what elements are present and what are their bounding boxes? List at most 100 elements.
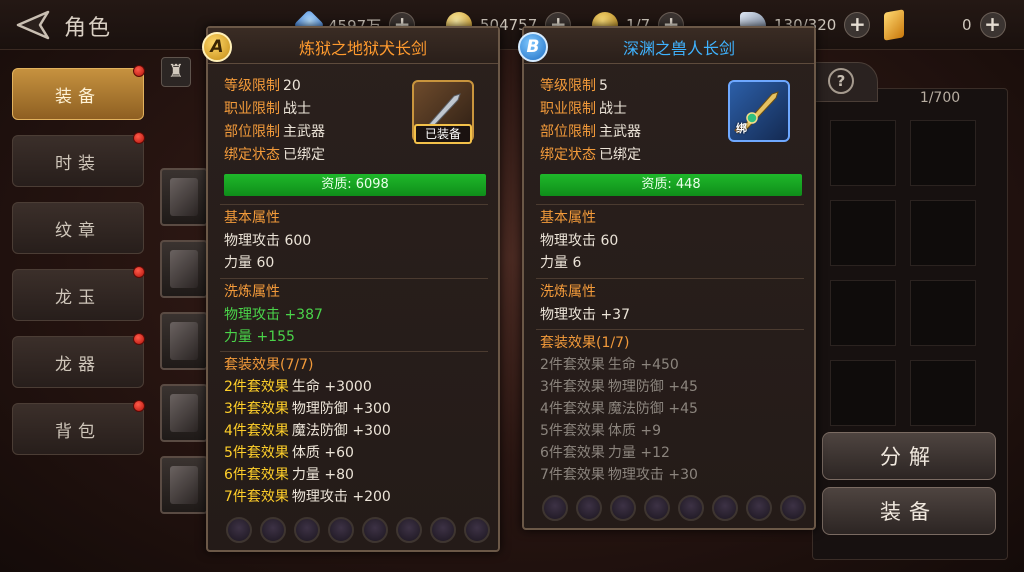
bag-slot[interactable] <box>830 280 896 346</box>
add-stamina-button[interactable]: + <box>844 12 871 38</box>
set-effect: 6件套效果 力量 +12 <box>540 445 670 461</box>
tab-label: 龙玉 <box>55 287 101 308</box>
resource-crystal: 0 + <box>884 9 1006 41</box>
set-effect: 2件套效果 生命 +3000 <box>224 379 372 395</box>
level-requirement: 等级限制 20 <box>224 78 301 94</box>
help-icon[interactable]: ? <box>828 68 854 94</box>
grade-bar: 资质: 448 <box>540 174 802 196</box>
set-effect: 3件套效果 物理防御 +300 <box>224 401 391 417</box>
level-requirement: 等级限制 5 <box>540 78 608 94</box>
empty-gem-slot-icon <box>678 495 704 521</box>
notification-dot-icon <box>133 400 145 412</box>
empty-gem-slot-icon <box>226 517 252 543</box>
tooltip-header: B 深渊之兽人长剑 <box>518 28 814 64</box>
grade-bar: 资质: 6098 <box>224 174 486 196</box>
base-attributes-title: 基本属性 <box>540 210 596 226</box>
item-tooltip-compare: B 深渊之兽人长剑 等级限制 5 职业限制 战士 部位限制 主武器 绑定状态 已绑定 绑… <box>518 26 816 530</box>
divider <box>536 329 804 330</box>
slot-requirement: 部位限制 主武器 <box>224 124 325 140</box>
tab-label: 纹章 <box>55 220 101 241</box>
base-attribute: 物理攻击 600 <box>224 233 312 249</box>
divider <box>536 204 804 205</box>
empty-gem-slot-icon <box>260 517 286 543</box>
divider <box>220 278 488 279</box>
top-bar: 角色 4597万 + 504757 + 1/7 + 130/320 + 0 + <box>0 0 1024 50</box>
gem-slots <box>542 495 806 521</box>
bag-slot[interactable] <box>830 120 896 186</box>
item-name: 深渊之兽人长剑 <box>622 39 735 58</box>
equipment-slot-armor[interactable] <box>160 240 208 298</box>
empty-gem-slot-icon <box>610 495 636 521</box>
set-effect: 4件套效果 魔法防御 +300 <box>224 423 391 439</box>
item-name: 炼狱之地狱犬长剑 <box>298 39 427 58</box>
guild-shield-icon[interactable]: ♜ <box>161 57 191 87</box>
tab-dragon-artifact[interactable]: 龙器 <box>12 333 145 388</box>
set-effect: 7件套效果 物理攻击 +30 <box>540 467 698 483</box>
equipment-slot-helmet[interactable] <box>160 168 208 226</box>
bag-capacity: 1/700 <box>919 90 961 106</box>
notification-dot-icon <box>133 132 145 144</box>
notification-dot-icon <box>133 65 145 77</box>
empty-gem-slot-icon <box>464 517 490 543</box>
bag-slot[interactable] <box>910 280 976 346</box>
equipment-slot-boots[interactable] <box>160 456 208 514</box>
job-requirement: 职业限制 战士 <box>224 101 311 117</box>
add-crystal-button[interactable]: + <box>979 12 1006 38</box>
base-attribute: 物理攻击 60 <box>540 233 619 249</box>
empty-gem-slot-icon <box>362 517 388 543</box>
empty-gem-slot-icon <box>396 517 422 543</box>
bag-slot[interactable] <box>910 360 976 426</box>
set-effects-title: 套装效果(7/7) <box>224 357 314 373</box>
bag-slot[interactable] <box>830 200 896 266</box>
empty-gem-slot-icon <box>328 517 354 543</box>
set-effects-title: 套装效果(1/7) <box>540 335 630 351</box>
equip-button[interactable]: 装备 <box>822 487 996 535</box>
refine-attributes-title: 洗炼属性 <box>224 284 280 300</box>
item-tooltip-equipped: A 炼狱之地狱犬长剑 等级限制 20 职业限制 战士 部位限制 主武器 绑定状态 已绑定… <box>202 26 500 552</box>
decompose-button[interactable]: 分解 <box>822 432 996 480</box>
divider <box>220 204 488 205</box>
equipment-slot-pants[interactable] <box>160 384 208 442</box>
sword-icon: 绑 <box>728 80 790 142</box>
back-arrow-icon[interactable] <box>10 8 52 42</box>
tab-label: 背包 <box>55 421 101 442</box>
divider <box>536 278 804 279</box>
compare-b-badge-icon: B <box>518 32 548 62</box>
bag-slot[interactable] <box>910 120 976 186</box>
empty-gem-slot-icon <box>746 495 772 521</box>
empty-gem-slot-icon <box>542 495 568 521</box>
set-effect: 6件套效果 力量 +80 <box>224 467 354 483</box>
set-effect: 5件套效果 体质 +9 <box>540 423 662 439</box>
set-effect: 2件套效果 生命 +450 <box>540 357 679 373</box>
bag-slot[interactable] <box>910 200 976 266</box>
tab-backpack[interactable]: 背包 <box>12 400 145 455</box>
equipment-slot-gloves[interactable] <box>160 312 208 370</box>
bag-slot[interactable] <box>830 360 896 426</box>
refine-attributes-title: 洗炼属性 <box>540 284 596 300</box>
crystal-icon <box>884 9 904 41</box>
tab-equipment[interactable]: 装备 <box>12 65 145 120</box>
base-attributes-title: 基本属性 <box>224 210 280 226</box>
set-effect: 5件套效果 体质 +60 <box>224 445 354 461</box>
base-attribute: 力量 6 <box>540 255 582 271</box>
refine-attribute: 力量 +155 <box>224 329 295 345</box>
resource-value: 0 <box>962 16 972 34</box>
empty-gem-slot-icon <box>430 517 456 543</box>
tab-fashion[interactable]: 时装 <box>12 132 145 187</box>
base-attribute: 力量 60 <box>224 255 275 271</box>
empty-gem-slot-icon <box>576 495 602 521</box>
tab-label: 装备 <box>55 86 101 107</box>
tab-label: 时装 <box>55 153 101 174</box>
compare-a-badge-icon: A <box>202 32 232 62</box>
empty-gem-slot-icon <box>644 495 670 521</box>
set-effect: 3件套效果 物理防御 +45 <box>540 379 698 395</box>
bind-status: 绑定状态 已绑定 <box>224 147 325 163</box>
set-effect: 4件套效果 魔法防御 +45 <box>540 401 698 417</box>
bound-tag: 绑 <box>736 122 747 135</box>
refine-attribute: 物理攻击 +387 <box>224 307 323 323</box>
refine-attribute: 物理攻击 +37 <box>540 307 630 323</box>
tab-dragon-jade[interactable]: 龙玉 <box>12 266 145 321</box>
equipped-badge: 已装备 <box>414 124 472 144</box>
tab-emblem[interactable]: 纹章 <box>12 202 144 254</box>
set-effect: 7件套效果 物理攻击 +200 <box>224 489 391 505</box>
